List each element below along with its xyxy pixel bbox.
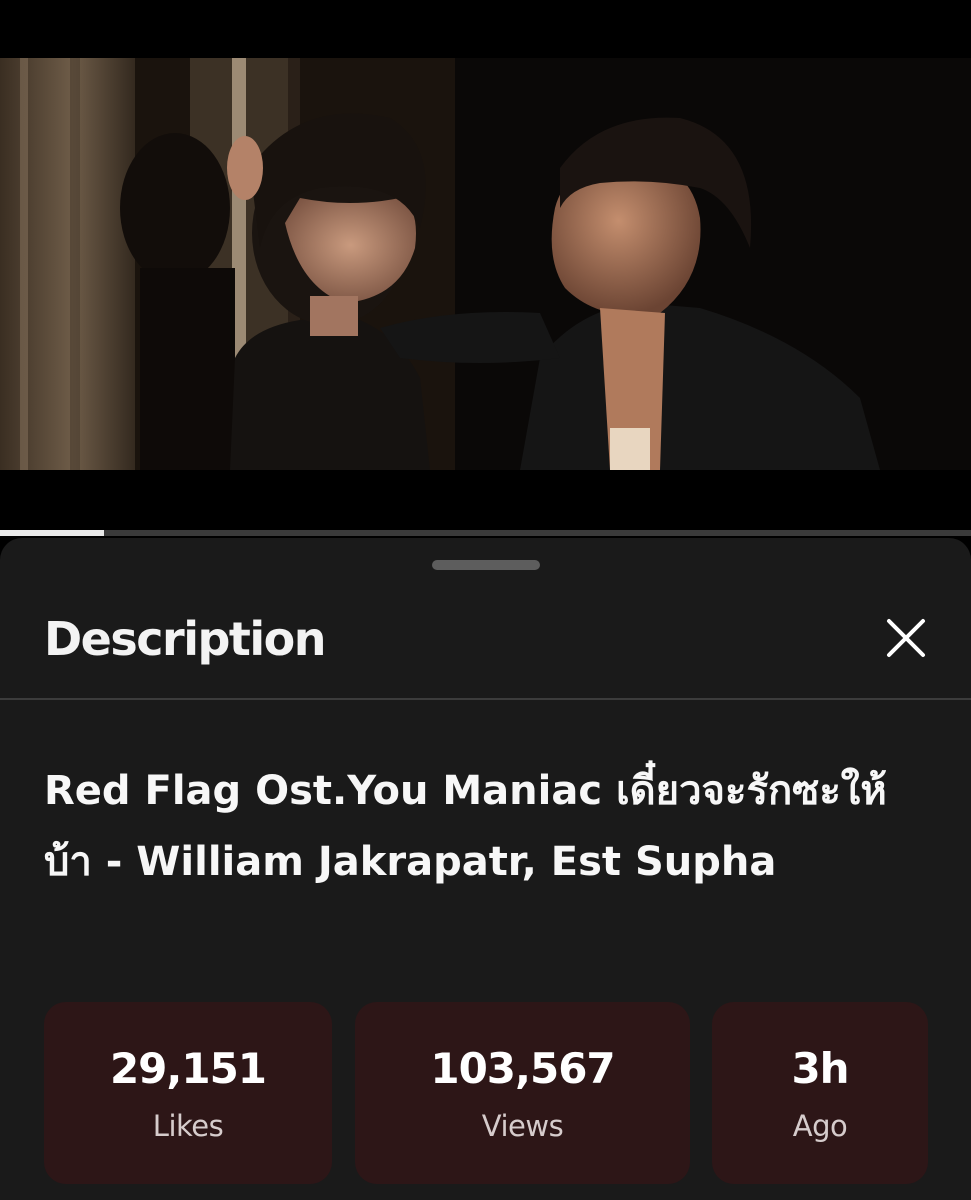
video-progress-bar[interactable] [0, 530, 971, 536]
video-letterbox-bottom [0, 470, 971, 530]
description-sheet: Description Red Flag Ost.You Maniac เดี๋… [0, 538, 971, 1200]
likes-label: Likes [152, 1109, 224, 1143]
upload-time-stat-card: 3h Ago [712, 1002, 928, 1184]
video-title: Red Flag Ost.You Maniac เดี๋ยวจะรักซะให้… [44, 768, 887, 885]
app-root: Description Red Flag Ost.You Maniac เดี๋… [0, 0, 971, 1200]
likes-stat-card[interactable]: 29,151 Likes [44, 1002, 332, 1184]
sheet-title: Description [44, 612, 327, 666]
upload-time-label: Ago [792, 1109, 848, 1143]
likes-count: 29,151 [109, 1044, 267, 1093]
close-icon [887, 619, 925, 657]
close-button[interactable] [878, 610, 934, 666]
video-progress-fill [0, 530, 104, 536]
views-count: 103,567 [430, 1044, 615, 1093]
video-letterbox-top [0, 0, 971, 58]
video-player[interactable] [0, 58, 971, 470]
upload-time-value: 3h [791, 1044, 849, 1093]
views-label: Views [481, 1109, 564, 1143]
sheet-drag-handle[interactable] [432, 560, 540, 570]
video-frame-image [0, 58, 971, 470]
views-stat-card: 103,567 Views [355, 1002, 690, 1184]
sheet-divider [0, 698, 971, 700]
